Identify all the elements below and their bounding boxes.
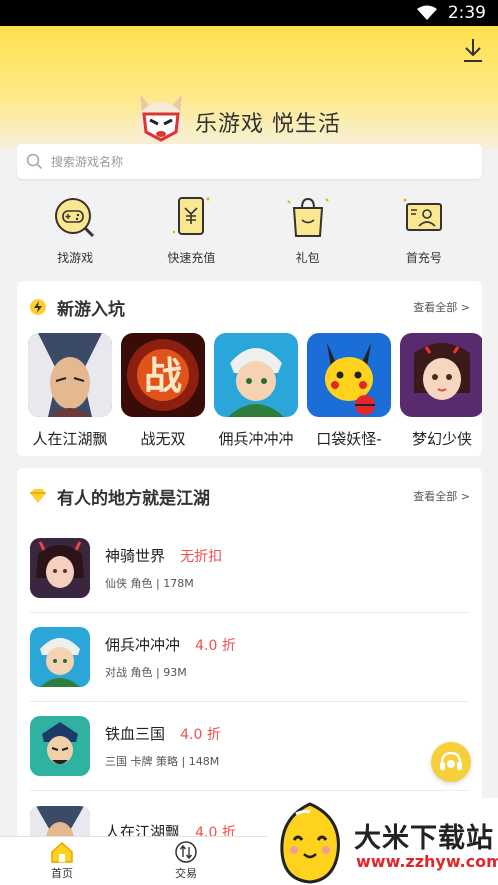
diamond-badge-icon [30, 489, 46, 503]
quick-find-game[interactable]: 找游戏 [25, 192, 125, 272]
list-item[interactable]: 佣兵冲冲冲 4.0 折 对战 角色 | 93M [30, 613, 469, 702]
new-games-section: 新游入坑 查看全部 > 人在江湖飘 战 战无双 佣兵冲冲冲 口袋妖怪- 梦幻少侠 [17, 281, 482, 456]
game-name: 人在江湖飘 [32, 430, 108, 448]
quick-label: 快速充值 [167, 251, 216, 265]
mascot-logo-icon [139, 94, 183, 142]
list-item-body: 神骑世界 无折扣 仙侠 角色 | 178M [105, 545, 222, 591]
svg-text:战: 战 [144, 353, 182, 398]
quick-label: 找游戏 [57, 251, 94, 265]
game-icon-zhanwushuang: 战 [121, 333, 205, 417]
quick-label: 首充号 [405, 251, 442, 265]
list-item[interactable]: 神骑世界 无折扣 仙侠 角色 | 178M [30, 524, 469, 613]
tab-home[interactable]: 首页 [0, 837, 124, 885]
customer-service-button[interactable] [431, 742, 471, 782]
section-header: 有人的地方就是江湖 查看全部 > [17, 468, 482, 524]
quick-recharge[interactable]: 快速充值 [141, 192, 241, 272]
new-games-list[interactable]: 人在江湖飘 战 战无双 佣兵冲冲冲 口袋妖怪- 梦幻少侠 [17, 333, 482, 449]
discount-label: 无折扣 [180, 549, 223, 565]
game-icon-yongbing [30, 627, 90, 687]
game-card[interactable]: 人在江湖飘 [28, 333, 112, 449]
watermark-title: 大米下载站 [354, 823, 494, 854]
game-card[interactable]: 战 战无双 [121, 333, 205, 449]
game-meta: 三国 卡牌 策略 | 148M [105, 755, 220, 768]
wifi-icon [416, 5, 437, 20]
view-all-link[interactable]: 查看全部 > [413, 299, 470, 315]
quick-gift[interactable]: 礼包 [258, 192, 358, 272]
game-name: 战无双 [140, 430, 186, 448]
download-icon[interactable] [460, 36, 486, 64]
section-title: 新游入坑 [57, 299, 125, 320]
game-title: 佣兵冲冲冲 [105, 636, 181, 654]
quick-actions: 找游戏 快速充值 礼包 首充号 [17, 192, 482, 272]
tab-label: 交易 [175, 867, 197, 880]
game-card[interactable]: 佣兵冲冲冲 [214, 333, 298, 449]
status-time: 2:39 [447, 3, 486, 23]
gift-bag-icon [286, 197, 329, 237]
discount-label: 4.0 折 [195, 638, 236, 654]
trade-exchange-icon [175, 841, 197, 863]
game-meta: 对战 角色 | 93M [105, 666, 187, 679]
discount-label: 4.0 折 [180, 727, 221, 743]
game-icon-renzaijianghu [30, 805, 90, 838]
list-item-body: 铁血三国 4.0 折 三国 卡牌 策略 | 148M [105, 723, 221, 769]
tab-trade[interactable]: 交易 [124, 837, 248, 885]
slogan-text: 乐游戏 悦生活 [195, 112, 341, 137]
watermark-url: www.zzhyw.com [356, 852, 498, 871]
game-card[interactable]: 口袋妖怪- [307, 333, 391, 449]
account-card-icon [403, 198, 442, 231]
game-name: 佣兵冲冲冲 [218, 430, 294, 448]
game-icon-tiexue [30, 716, 90, 776]
search-icon [26, 153, 43, 170]
recharge-icon [173, 197, 210, 235]
section-title: 有人的地方就是江湖 [57, 488, 210, 509]
game-icon-yongbing [214, 333, 298, 417]
headset-icon [440, 751, 462, 770]
tab-label: 首页 [51, 867, 73, 880]
game-icon-renzaijianghu [28, 333, 112, 417]
game-title: 神骑世界 [105, 547, 166, 565]
game-icon-shenqi [30, 538, 90, 598]
game-name: 梦幻少侠 [411, 430, 472, 448]
list-item[interactable]: 铁血三国 4.0 折 三国 卡牌 策略 | 148M [30, 702, 469, 791]
section-header: 新游入坑 查看全部 > [17, 281, 482, 333]
game-meta: 仙侠 角色 | 178M [105, 577, 194, 590]
list-item-body: 佣兵冲冲冲 4.0 折 对战 角色 | 93M [105, 634, 236, 680]
lightning-badge-icon [30, 299, 46, 315]
game-controller-icon [55, 198, 95, 238]
view-all-link[interactable]: 查看全部 > [413, 488, 470, 504]
rice-mascot-logo-icon [280, 802, 340, 884]
site-watermark: 大米下载站 www.zzhyw.com [268, 798, 498, 885]
game-name: 口袋妖怪- [316, 430, 382, 448]
home-icon [51, 841, 73, 863]
status-bar: 2:39 [0, 0, 498, 26]
jianghu-section: 有人的地方就是江湖 查看全部 > 神骑世界 无折扣 仙侠 角色 | 178M 佣… [17, 468, 482, 838]
search-input[interactable]: 搜索游戏名称 [17, 144, 482, 179]
game-title: 铁血三国 [105, 725, 166, 743]
search-placeholder: 搜索游戏名称 [51, 155, 124, 169]
game-card[interactable]: 梦幻少侠 [400, 333, 482, 449]
game-icon-pokemon [307, 333, 391, 417]
quick-label: 礼包 [295, 251, 320, 265]
quick-first-recharge[interactable]: 首充号 [374, 192, 474, 272]
header-banner: 乐游戏 悦生活 [0, 26, 498, 150]
game-icon-menghuan [400, 333, 482, 417]
